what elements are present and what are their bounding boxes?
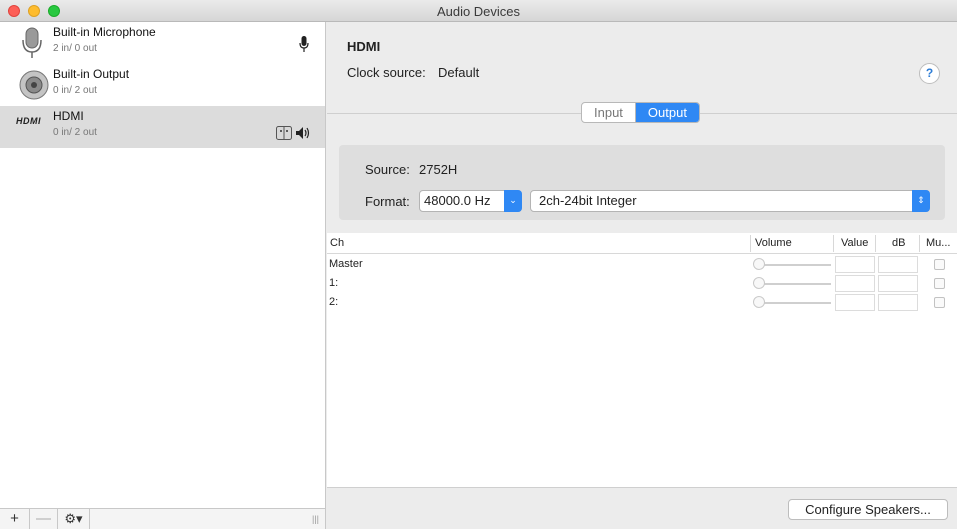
column-mute[interactable]: Mu... [926, 237, 950, 249]
sample-rate-value: 48000.0 Hz [424, 193, 491, 208]
io-segmented-control: Input Output [581, 102, 700, 123]
db-field[interactable] [878, 294, 918, 311]
db-field[interactable] [878, 275, 918, 292]
source-value: 2752H [419, 162, 458, 177]
default-input-microphone-icon [299, 36, 309, 52]
column-ch[interactable]: Ch [330, 237, 344, 249]
sidebar-toolbar: + — ⚙▾ ||| [0, 508, 326, 529]
device-title: HDMI [347, 39, 381, 54]
stream-format-box: Source: 2752H Format: 48000.0 Hz ⌄ 2ch-2… [339, 145, 945, 220]
value-field[interactable] [835, 275, 875, 292]
column-divider [833, 235, 834, 252]
table-header: Ch Volume Value dB Mu... [327, 233, 957, 254]
table-row: 1: [327, 274, 957, 293]
volume-slider-knob[interactable] [753, 277, 765, 289]
volume-slider-track[interactable] [757, 302, 831, 304]
volume-slider-knob[interactable] [753, 258, 765, 270]
device-io: 2 in/ 0 out [53, 43, 97, 54]
finder-icon [276, 126, 292, 140]
tab-input[interactable]: Input [582, 103, 636, 122]
table-row: Master [327, 255, 957, 274]
db-field[interactable] [878, 256, 918, 273]
remove-device-button[interactable]: — [30, 509, 58, 529]
add-device-button[interactable]: + [0, 509, 30, 529]
default-output-speaker-icon [296, 127, 310, 139]
configure-speakers-button[interactable]: Configure Speakers... [788, 499, 948, 520]
channel-table: Ch Volume Value dB Mu... Master 1: 2: [327, 233, 957, 487]
bit-format-value: 2ch-24bit Integer [539, 193, 637, 208]
updown-arrows-icon: ⇕ [912, 190, 930, 212]
mute-checkbox[interactable] [934, 259, 945, 270]
column-db[interactable]: dB [892, 237, 905, 249]
channel-label: Master [329, 258, 363, 270]
window-title: Audio Devices [436, 4, 521, 19]
column-divider [875, 235, 876, 252]
column-divider [750, 235, 751, 252]
device-item-built-in-microphone[interactable]: Built-in Microphone 2 in/ 0 out [0, 22, 325, 64]
sample-rate-select[interactable]: 48000.0 Hz ⌄ [419, 190, 522, 212]
column-volume[interactable]: Volume [755, 237, 792, 249]
bit-format-select[interactable]: 2ch-24bit Integer ⇕ [530, 190, 930, 212]
device-detail: HDMI Clock source: Default ? Input Outpu… [327, 22, 957, 529]
source-label: Source: [365, 162, 410, 177]
volume-slider-track[interactable] [757, 264, 831, 266]
device-io: 0 in/ 2 out [53, 85, 97, 96]
device-list: Built-in Microphone 2 in/ 0 out Built-in… [0, 22, 326, 508]
microphone-icon [22, 27, 42, 58]
channel-label: 1: [329, 277, 339, 289]
hdmi-icon: HDMI [16, 116, 41, 126]
help-button[interactable]: ? [919, 63, 940, 84]
column-divider [919, 235, 920, 252]
channel-label: 2: [329, 296, 339, 308]
volume-slider-track[interactable] [757, 283, 831, 285]
device-name: Built-in Microphone [53, 25, 156, 39]
clock-source-label: Clock source: [347, 65, 426, 80]
device-item-built-in-output[interactable]: Built-in Output 0 in/ 2 out [0, 64, 325, 106]
volume-slider-knob[interactable] [753, 296, 765, 308]
value-field[interactable] [835, 294, 875, 311]
mute-checkbox[interactable] [934, 278, 945, 289]
clock-source-value: Default [438, 65, 480, 80]
value-field[interactable] [835, 256, 875, 273]
column-value[interactable]: Value [841, 237, 868, 249]
mute-checkbox[interactable] [934, 297, 945, 308]
chevron-down-icon: ⌄ [504, 190, 522, 212]
device-name: Built-in Output [53, 67, 130, 81]
footer-divider [327, 487, 957, 488]
table-row: 2: [327, 293, 957, 312]
title-bar: Audio Devices [0, 0, 957, 22]
speaker-icon [19, 70, 49, 100]
gear-icon[interactable]: ⚙▾ [58, 509, 90, 529]
tab-output[interactable]: Output [635, 103, 699, 122]
device-io: 0 in/ 2 out [53, 127, 97, 138]
format-label: Format: [365, 194, 410, 209]
device-item-hdmi[interactable]: HDMI HDMI 0 in/ 2 out [0, 106, 325, 148]
device-name: HDMI [53, 109, 84, 123]
resize-handle[interactable]: ||| [312, 514, 319, 524]
